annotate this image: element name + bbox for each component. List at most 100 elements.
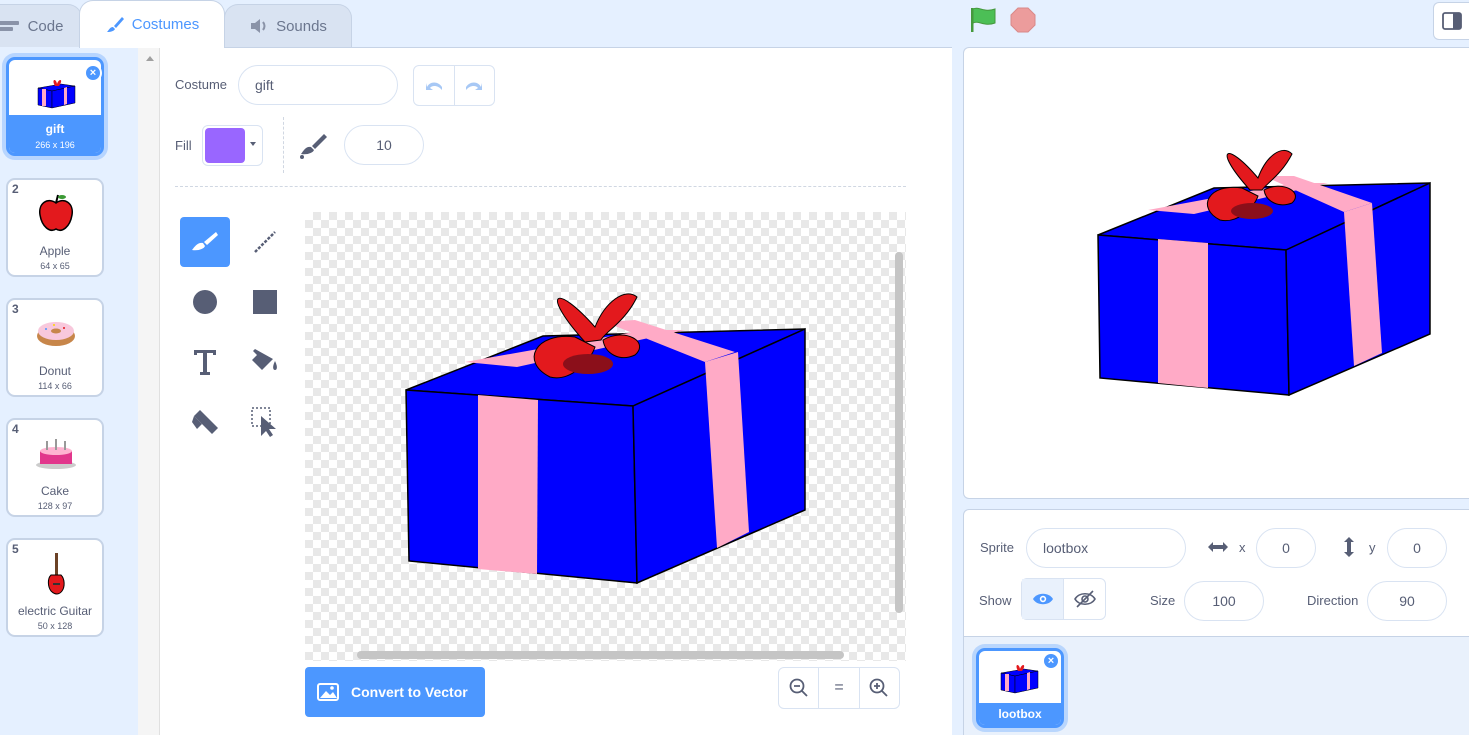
zoom-out-button[interactable] — [779, 668, 818, 708]
eraser-icon — [192, 410, 218, 434]
costume-name: gift — [45, 122, 65, 136]
costume-tile-apple[interactable]: 2 Apple 64 x 65 — [6, 178, 104, 277]
y-position-icon — [1344, 537, 1354, 557]
stage-layout-button[interactable] — [1433, 2, 1469, 40]
costume-tile-cake[interactable]: 4 Cake 128 x 97 — [6, 418, 104, 517]
costume-size: 114 x 66 — [38, 381, 72, 391]
size-input[interactable]: 100 — [1184, 581, 1264, 621]
undo-redo-group — [413, 65, 495, 106]
costume-label: Costume — [175, 77, 228, 92]
paint-canvas[interactable] — [305, 212, 906, 661]
eye-icon — [1032, 593, 1053, 605]
speaker-icon — [251, 19, 266, 33]
sprite-tile-lootbox[interactable]: lootbox × — [976, 648, 1064, 728]
code-icon — [0, 21, 19, 31]
select-icon — [251, 407, 276, 437]
brush-icon — [192, 232, 218, 251]
direction-input[interactable]: 90 — [1367, 581, 1447, 621]
fill-color-picker[interactable] — [202, 125, 263, 166]
canvas-vertical-scrollbar[interactable] — [895, 252, 903, 613]
show-sprite-button[interactable] — [1022, 579, 1064, 619]
delete-sprite-button[interactable]: × — [1042, 652, 1060, 670]
fill-tool-button[interactable] — [240, 337, 290, 387]
costume-list: 1 gift 266 x 196 × 2 Apple 64 x 65 3 Don… — [0, 47, 138, 735]
image-icon — [317, 683, 339, 701]
zoom-reset-button[interactable]: = — [818, 668, 858, 708]
close-icon: × — [1047, 655, 1055, 667]
tab-label: Code — [27, 17, 64, 35]
redo-button[interactable] — [455, 66, 495, 105]
toolbar-divider — [283, 117, 284, 173]
fill-color-swatch — [205, 128, 245, 163]
convert-to-vector-button[interactable]: Convert to Vector — [305, 667, 485, 717]
undo-button[interactable] — [414, 66, 455, 105]
stage[interactable] — [963, 47, 1469, 499]
x-position-input[interactable]: 0 — [1256, 528, 1316, 568]
brush-size-input[interactable]: 10 — [344, 125, 424, 165]
stop-icon[interactable] — [1010, 7, 1036, 33]
cake-icon — [11, 424, 101, 482]
x-position-icon — [1208, 542, 1228, 552]
sprite-label: Sprite — [980, 540, 1014, 555]
apple-icon — [11, 184, 101, 242]
eraser-tool-button[interactable] — [180, 397, 230, 447]
tab-costumes[interactable]: Costumes — [79, 0, 225, 48]
tab-label: Sounds — [276, 17, 327, 35]
costume-list-scrollbar[interactable] — [138, 47, 160, 735]
sprite-info-panel: Sprite lootbox x 0 y 0 Show Size 100 Dir… — [963, 509, 1469, 637]
costume-tile-gift[interactable]: 1 gift 266 x 196 × — [6, 57, 104, 156]
hide-sprite-button[interactable] — [1064, 579, 1105, 619]
convert-label: Convert to Vector — [351, 684, 468, 700]
costume-name: Cake — [40, 484, 69, 498]
costume-size: 64 x 65 — [40, 261, 70, 271]
tab-label: Costumes — [131, 16, 200, 33]
paint-editor: Costume gift Fill 10 Convert to Vector = — [160, 47, 952, 735]
sprite-list: lootbox × — [963, 637, 1469, 735]
zoom-out-icon — [789, 678, 808, 697]
fill-label: Fill — [175, 138, 192, 153]
brush-size-icon — [300, 134, 327, 159]
y-label: y — [1369, 540, 1376, 555]
sprite-name-label: lootbox — [979, 703, 1061, 725]
costume-name: Apple — [39, 244, 71, 258]
show-label: Show — [979, 593, 1012, 608]
costume-tile-donut[interactable]: 3 Donut 114 x 66 — [6, 298, 104, 397]
circle-tool-button[interactable] — [180, 277, 230, 327]
green-flag-icon[interactable] — [969, 6, 999, 34]
scroll-up-arrow-icon[interactable] — [146, 56, 154, 61]
costume-size: 266 x 196 — [35, 140, 75, 150]
zoom-in-button[interactable] — [858, 668, 899, 708]
text-icon — [194, 350, 216, 375]
select-tool-button[interactable] — [240, 397, 290, 447]
x-label: x — [1239, 540, 1246, 555]
costume-size: 128 x 97 — [37, 501, 73, 511]
costume-name-input[interactable]: gift — [238, 65, 398, 105]
rectangle-icon — [253, 290, 277, 314]
costume-tile-electric-guitar[interactable]: 5 electric Guitar 50 x 128 — [6, 538, 104, 637]
donut-icon — [11, 304, 101, 362]
line-tool-button[interactable] — [240, 217, 290, 267]
costume-name: electric Guitar — [17, 604, 93, 618]
size-label: Size — [1150, 593, 1176, 608]
costume-size: 50 x 128 — [37, 621, 73, 631]
tab-sounds[interactable]: Sounds — [224, 4, 352, 47]
lootbox-sprite — [1097, 149, 1431, 397]
canvas-horizontal-scrollbar[interactable] — [357, 651, 844, 659]
close-icon: × — [89, 67, 97, 79]
visibility-toggle — [1021, 578, 1106, 620]
y-position-input[interactable]: 0 — [1387, 528, 1447, 568]
stage-layout-icon — [1441, 12, 1462, 30]
redo-icon — [466, 82, 483, 90]
delete-costume-button[interactable]: × — [84, 64, 102, 82]
editor-tabs: Code Costumes Sounds — [0, 0, 955, 48]
sprite-name-input[interactable]: lootbox — [1026, 528, 1186, 568]
text-tool-button[interactable] — [180, 337, 230, 387]
paint-bucket-icon — [252, 349, 277, 370]
zoom-in-icon — [869, 678, 888, 697]
brush-tool-button[interactable] — [180, 217, 230, 267]
gift-costume-drawing — [405, 293, 806, 585]
stage-header — [955, 0, 1469, 47]
tab-code[interactable]: Code — [0, 4, 82, 47]
rectangle-tool-button[interactable] — [240, 277, 290, 327]
line-icon — [254, 231, 276, 253]
